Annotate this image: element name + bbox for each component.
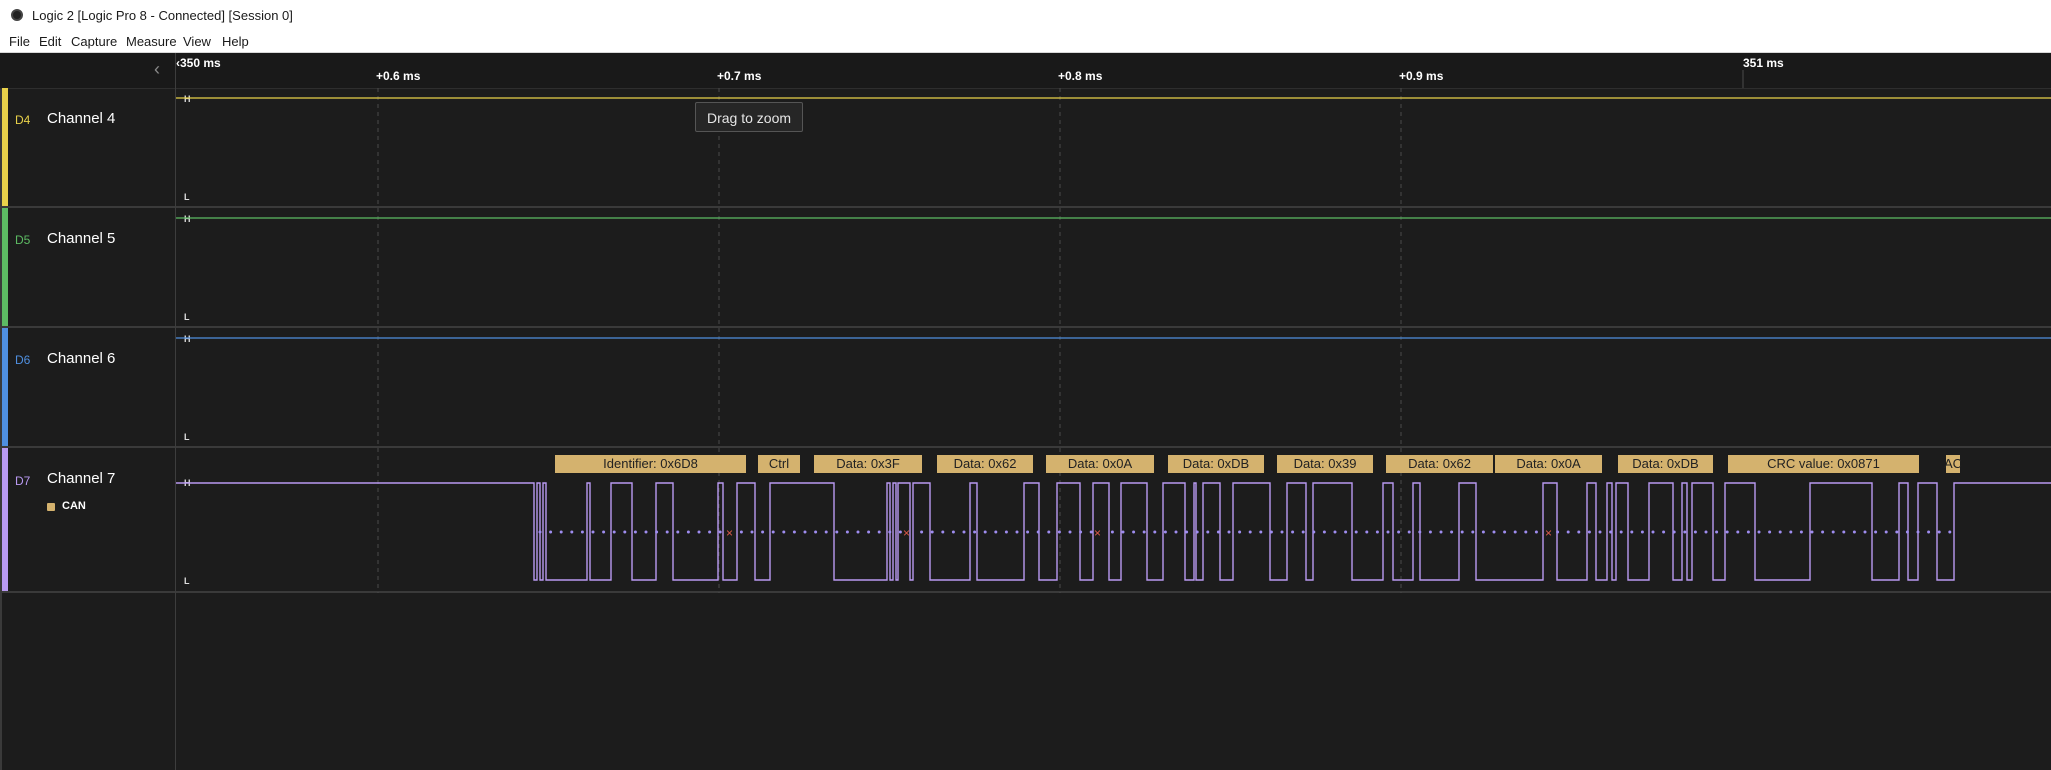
tick-label: 351 ms (1743, 56, 1784, 70)
channel-color-bar (2, 328, 8, 446)
tick-label: +0.7 ms (717, 69, 762, 83)
drag-to-zoom-tooltip: Drag to zoom (695, 102, 804, 132)
channel-color-bar (2, 208, 8, 326)
menu-file[interactable]: File (9, 34, 30, 49)
channel-row-d4[interactable]: D4 Channel 4 (0, 88, 2051, 208)
channel-name[interactable]: Channel 4 (47, 110, 115, 127)
menu-help[interactable]: Help (222, 34, 249, 49)
chevron-left-icon[interactable]: ‹ (154, 59, 160, 80)
window-title: Logic 2 [Logic Pro 8 - Connected] [Sessi… (32, 8, 293, 23)
menu-bar: File Edit Capture Measure View Help (0, 30, 2051, 53)
channel-name[interactable]: Channel 6 (47, 350, 115, 367)
channel-color-bar (2, 448, 8, 591)
channel-id: D6 (15, 353, 31, 367)
tick-label: +0.8 ms (1058, 69, 1103, 83)
tick-label: +0.9 ms (1399, 69, 1444, 83)
tick-label: +0.6 ms (376, 69, 421, 83)
menu-measure[interactable]: Measure (126, 34, 177, 49)
channel-color-bar (2, 88, 8, 206)
analyzer-label[interactable]: CAN (62, 500, 86, 512)
menu-view[interactable]: View (183, 34, 211, 49)
app-logo-icon (11, 9, 23, 21)
menu-capture[interactable]: Capture (71, 34, 117, 49)
channel-id: D4 (15, 113, 31, 127)
origin-value: 350 ms (180, 56, 221, 70)
time-origin-label: ‹350 ms (176, 56, 221, 70)
channel-id: D7 (15, 474, 31, 488)
channel-name[interactable]: Channel 5 (47, 230, 115, 247)
title-bar: Logic 2 [Logic Pro 8 - Connected] [Sessi… (0, 0, 2051, 30)
channel-id: D5 (15, 233, 31, 247)
menu-edit[interactable]: Edit (39, 34, 61, 49)
sidebar-divider[interactable] (175, 53, 176, 770)
analyzer-color-swatch (47, 503, 55, 511)
channel-name[interactable]: Channel 7 (47, 470, 115, 487)
channel-row-d6[interactable]: D6 Channel 6 (0, 328, 2051, 448)
channel-row-d5[interactable]: D5 Channel 5 (0, 208, 2051, 328)
channel-row-d7[interactable]: D7 Channel 7 CAN (0, 448, 2051, 593)
